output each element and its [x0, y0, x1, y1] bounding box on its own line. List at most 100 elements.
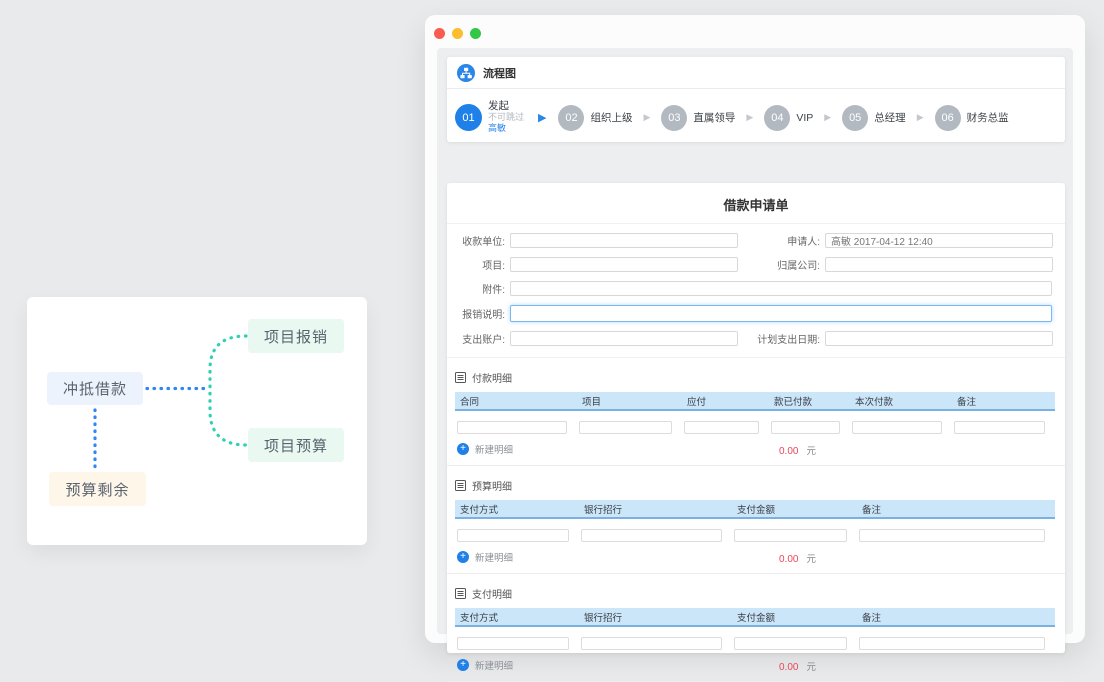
step-person[interactable]: 高敏 — [488, 123, 524, 134]
cell-input[interactable] — [457, 637, 569, 650]
cell-input[interactable] — [457, 421, 567, 434]
minimize-window-icon[interactable] — [452, 28, 463, 39]
table-row — [455, 525, 1055, 543]
step-circle: 01 — [455, 104, 482, 131]
section-title: 预算明细 — [472, 478, 512, 493]
detail-list-icon — [455, 588, 466, 599]
arrow-icon: ▶ — [643, 112, 650, 123]
project-input[interactable] — [510, 257, 738, 272]
table-header: 支付方式 银行招行 支付金额 备注 — [455, 608, 1055, 627]
arrow-icon: ▶ — [917, 112, 924, 123]
node-project-budget[interactable]: 项目预算 — [248, 428, 344, 462]
cell-input[interactable] — [734, 529, 847, 542]
company-label: 归属公司: — [742, 257, 820, 272]
node-offset-loan[interactable]: 冲抵借款 — [47, 372, 143, 405]
add-row-icon[interactable]: + — [457, 443, 469, 455]
cell-input[interactable] — [581, 529, 722, 542]
step-label: 财务总监 — [967, 110, 1009, 125]
step-circle: 04 — [764, 105, 790, 131]
table-header: 合同 项目 应付 款已付款 本次付款 备注 — [455, 392, 1055, 411]
detail-list-icon — [455, 480, 466, 491]
flow-step-2[interactable]: 02 组织上级 — [558, 105, 632, 131]
account-input[interactable] — [510, 331, 738, 346]
currency-unit: 元 — [806, 554, 816, 565]
attachment-label: 附件: — [455, 281, 505, 296]
total-amount: 0.00 — [779, 662, 798, 673]
applicant-input[interactable] — [825, 233, 1053, 248]
column-header: 支付金额 — [732, 610, 857, 624]
plan-date-label: 计划支出日期: — [742, 331, 820, 346]
column-header: 款已付款 — [769, 394, 850, 408]
section-budget-detail: 预算明细 支付方式 银行招行 支付金额 备注 — [447, 466, 1065, 574]
window-controls — [434, 28, 481, 39]
step-circle: 06 — [935, 105, 961, 131]
arrow-icon: ▶ — [538, 111, 546, 124]
desc-label: 报销说明: — [455, 306, 505, 321]
payee-input[interactable] — [510, 233, 738, 248]
add-row-button[interactable]: 新建明细 — [475, 658, 513, 672]
step-note: 不可跳过 — [488, 112, 524, 123]
payee-label: 收款单位: — [455, 233, 505, 248]
section-title: 支付明细 — [472, 586, 512, 601]
add-row-icon[interactable]: + — [457, 551, 469, 563]
section-pay-detail: 支付明细 支付方式 银行招行 支付金额 备注 — [447, 574, 1065, 682]
table-header: 支付方式 银行招行 支付金额 备注 — [455, 500, 1055, 519]
cell-input[interactable] — [859, 529, 1045, 542]
flow-step-5[interactable]: 05 总经理 — [842, 105, 906, 131]
node-project-reimburse[interactable]: 项目报销 — [248, 319, 344, 353]
node-budget-remaining[interactable]: 预算剩余 — [49, 472, 146, 506]
cell-input[interactable] — [684, 421, 759, 434]
table-row — [455, 417, 1055, 435]
browser-window: 流程图 01 发起 不可跳过 高敏 ▶ 02 组织上级 ▶ — [425, 15, 1085, 643]
step-label: 总经理 — [874, 110, 906, 125]
company-input[interactable] — [825, 257, 1053, 272]
step-circle: 03 — [661, 105, 687, 131]
column-header: 支付方式 — [455, 610, 579, 624]
cell-input[interactable] — [859, 637, 1045, 650]
flow-step-4[interactable]: 04 VIP — [764, 105, 813, 131]
cell-input[interactable] — [771, 421, 840, 434]
step-label: 直属领导 — [693, 110, 735, 125]
column-header: 本次付款 — [850, 394, 952, 408]
column-header: 备注 — [857, 502, 1055, 516]
close-window-icon[interactable] — [434, 28, 445, 39]
flowchart-card: 流程图 01 发起 不可跳过 高敏 ▶ 02 组织上级 ▶ — [447, 57, 1065, 142]
cell-input[interactable] — [734, 637, 847, 650]
cell-input[interactable] — [954, 421, 1045, 434]
add-row-button[interactable]: 新建明细 — [475, 550, 513, 564]
step-label: 发起 — [488, 101, 524, 112]
cell-input[interactable] — [457, 529, 569, 542]
loan-form-card: 借款申请单 收款单位: 申请人: 项目: 归属公司: 附件: 报 — [447, 183, 1065, 653]
column-header: 合同 — [455, 394, 577, 408]
maximize-window-icon[interactable] — [470, 28, 481, 39]
cell-input[interactable] — [581, 637, 722, 650]
plan-date-input[interactable] — [825, 331, 1053, 346]
desc-input[interactable] — [510, 305, 1052, 322]
add-row-icon[interactable]: + — [457, 659, 469, 671]
cell-input[interactable] — [852, 421, 942, 434]
attachment-input[interactable] — [510, 281, 1052, 296]
mindmap-card: 冲抵借款 项目报销 项目预算 预算剩余 — [27, 297, 367, 545]
account-label: 支出账户: — [455, 331, 505, 346]
flowchart-icon — [457, 64, 475, 82]
step-circle: 05 — [842, 105, 868, 131]
flowchart-title: 流程图 — [483, 65, 516, 81]
column-header: 银行招行 — [579, 502, 732, 516]
flow-step-1[interactable]: 01 发起 不可跳过 高敏 — [455, 101, 524, 134]
currency-unit: 元 — [806, 662, 816, 673]
flow-step-6[interactable]: 06 财务总监 — [935, 105, 1009, 131]
step-circle: 02 — [558, 105, 584, 131]
column-header: 支付方式 — [455, 502, 579, 516]
column-header: 支付金额 — [732, 502, 857, 516]
column-header: 银行招行 — [579, 610, 732, 624]
add-row-button[interactable]: 新建明细 — [475, 442, 513, 456]
arrow-icon: ▶ — [746, 112, 753, 123]
detail-list-icon — [455, 372, 466, 383]
column-header: 项目 — [577, 394, 682, 408]
flow-step-3[interactable]: 03 直属领导 — [661, 105, 735, 131]
section-payment-detail: 付款明细 合同 项目 应付 款已付款 本次付款 备注 — [447, 358, 1065, 466]
currency-unit: 元 — [806, 446, 816, 457]
window-content: 流程图 01 发起 不可跳过 高敏 ▶ 02 组织上级 ▶ — [437, 48, 1073, 634]
step-label: VIP — [796, 112, 813, 124]
cell-input[interactable] — [579, 421, 672, 434]
